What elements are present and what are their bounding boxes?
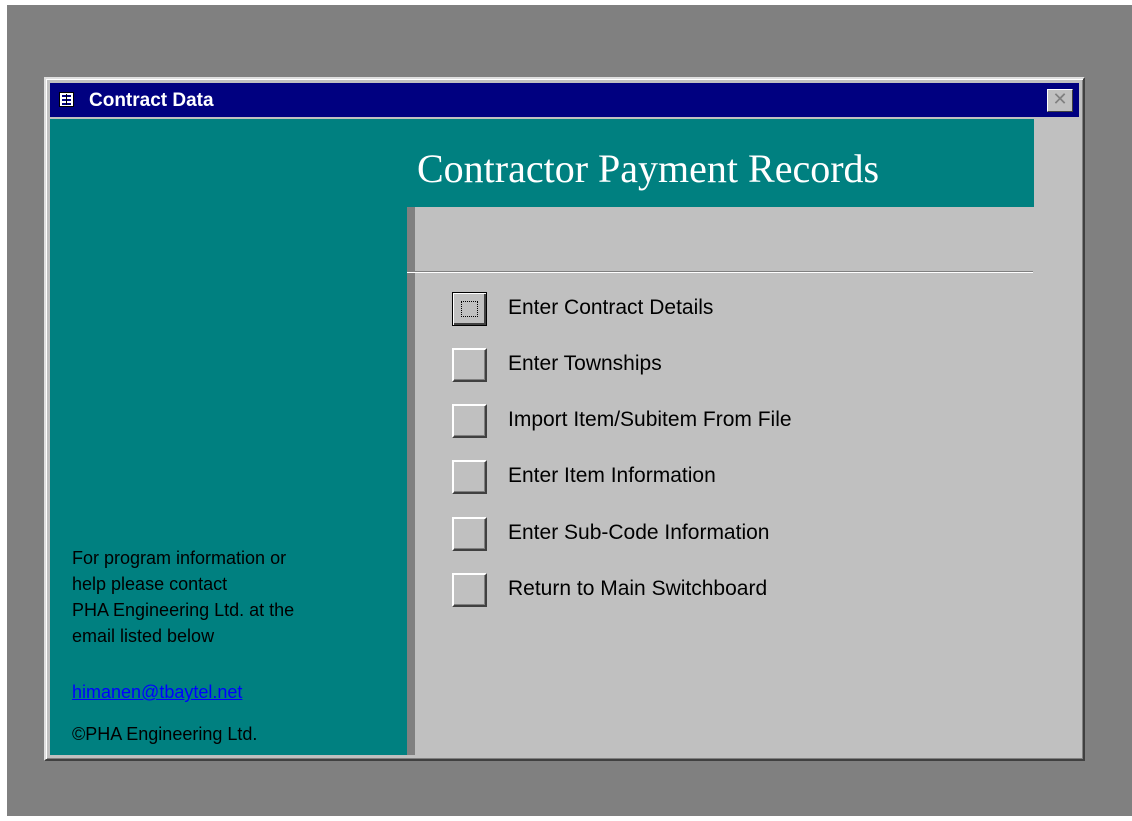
contact-info-line: help please contact bbox=[72, 574, 228, 594]
menu-item-label[interactable]: Enter Sub-Code Information bbox=[508, 521, 769, 545]
email-link[interactable]: himanen@tbaytel.net bbox=[72, 682, 242, 703]
title-bar[interactable]: Contract Data ✕ bbox=[50, 83, 1079, 117]
left-info-panel: For program information or help please c… bbox=[50, 119, 407, 755]
menu-item-label[interactable]: Enter Contract Details bbox=[508, 296, 713, 320]
horizontal-divider bbox=[407, 271, 1033, 273]
form-icon bbox=[59, 92, 74, 107]
close-icon: ✕ bbox=[1052, 89, 1068, 110]
close-button[interactable]: ✕ bbox=[1047, 89, 1073, 112]
contact-info-line: For program information or bbox=[72, 548, 287, 568]
contact-info-line: email listed below bbox=[72, 626, 215, 646]
enter-sub-code-information-button[interactable] bbox=[452, 517, 487, 551]
menu-item-label[interactable]: Import Item/Subitem From File bbox=[508, 408, 792, 432]
copyright-text: ©PHA Engineering Ltd. bbox=[72, 724, 258, 744]
contact-info-text: For program information or help please c… bbox=[72, 545, 294, 649]
vertical-divider bbox=[407, 207, 415, 755]
import-item-subitem-button[interactable] bbox=[452, 404, 487, 438]
contract-data-window: Contract Data ✕ For program information … bbox=[44, 77, 1085, 761]
enter-townships-button[interactable] bbox=[452, 348, 487, 382]
enter-contract-details-button[interactable] bbox=[452, 292, 487, 326]
contact-info-line: PHA Engineering Ltd. at the bbox=[72, 600, 295, 620]
return-to-main-switchboard-button[interactable] bbox=[452, 573, 487, 607]
page-title: Contractor Payment Records bbox=[417, 146, 880, 191]
menu-item-label[interactable]: Enter Townships bbox=[508, 352, 662, 376]
enter-item-information-button[interactable] bbox=[452, 460, 487, 494]
window-title: Contract Data bbox=[89, 90, 214, 111]
switchboard-form: For program information or help please c… bbox=[50, 119, 1079, 755]
menu-item-label[interactable]: Return to Main Switchboard bbox=[508, 577, 767, 601]
menu-item-label[interactable]: Enter Item Information bbox=[508, 464, 716, 488]
